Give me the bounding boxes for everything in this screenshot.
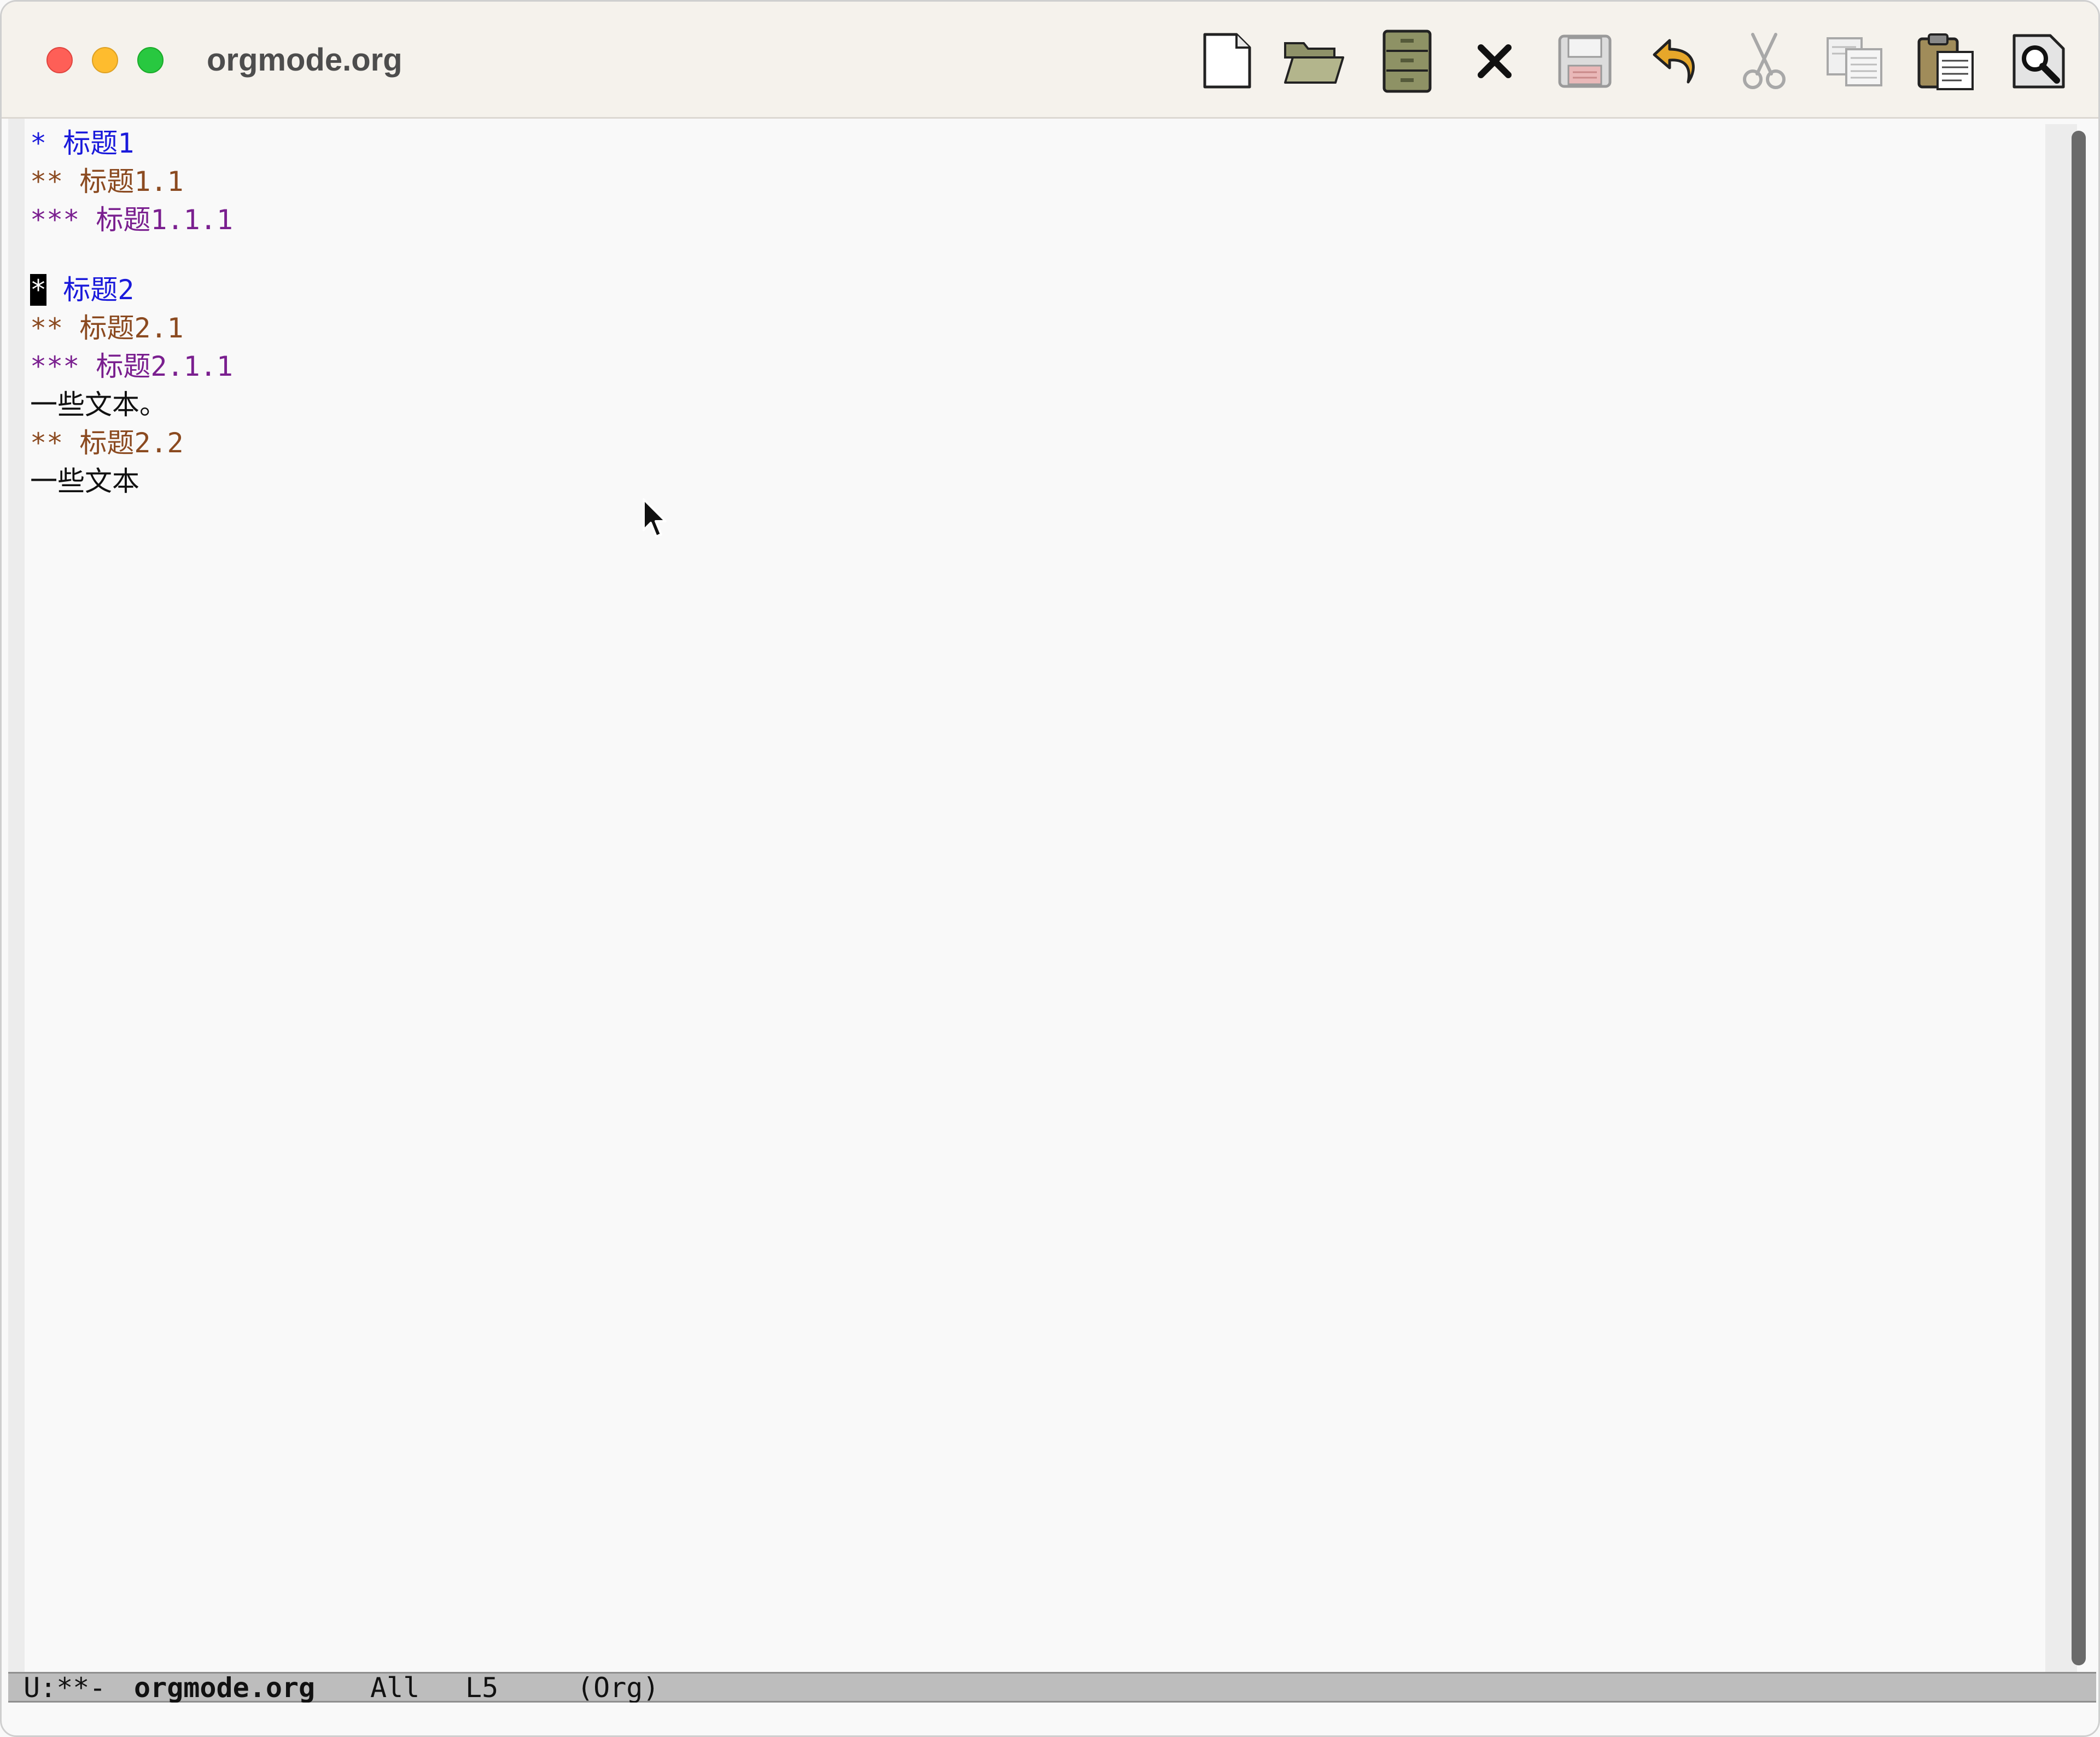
new-file-icon bbox=[1203, 33, 1251, 88]
buffer-text-area[interactable]: * 标题1 ** 标题1.1 *** 标题1.1.1 * 标题2 ** 标题2.… bbox=[8, 119, 2048, 1672]
heading-stars: *** bbox=[30, 204, 80, 236]
modeline-buffer-name[interactable]: orgmode.org bbox=[134, 1671, 315, 1704]
heading-text: 标题2.2 bbox=[63, 427, 184, 459]
org-heading-line[interactable]: * 标题2 bbox=[30, 271, 134, 309]
scissors-icon bbox=[1743, 32, 1786, 89]
magnifier-icon bbox=[2012, 34, 2065, 88]
save-button[interactable] bbox=[1552, 27, 1618, 95]
heading-stars: *** bbox=[30, 351, 80, 382]
maximize-window-button[interactable] bbox=[137, 47, 164, 73]
search-button[interactable] bbox=[2006, 27, 2072, 95]
close-x-icon bbox=[1478, 44, 1512, 78]
open-folder-button[interactable] bbox=[1281, 27, 1347, 95]
mouse-pointer-icon bbox=[641, 498, 668, 543]
undo-button[interactable] bbox=[1642, 27, 1708, 95]
org-heading-line[interactable]: ** 标题2.2 bbox=[30, 424, 184, 462]
title-bar: orgmode.org bbox=[2, 2, 2098, 119]
new-file-button[interactable] bbox=[1194, 27, 1259, 95]
org-heading-line[interactable]: * 标题1 bbox=[30, 124, 134, 162]
org-heading-line[interactable]: ** 标题2.1 bbox=[30, 309, 184, 347]
heading-text: 标题1.1.1 bbox=[79, 204, 233, 236]
heading-text: 标题1 bbox=[46, 127, 135, 159]
clipboard-icon bbox=[1917, 33, 1974, 90]
heading-text: 标题2.1.1 bbox=[79, 351, 233, 382]
window-title: orgmode.org bbox=[207, 42, 402, 78]
heading-stars: ** bbox=[30, 166, 63, 197]
emacs-window: orgmode.org * 标题1 ** 标题1.1 *** 标题1.1.1 *… bbox=[0, 0, 2100, 1737]
scrollbar-thumb[interactable] bbox=[2072, 131, 2086, 1665]
scroll-position: All bbox=[370, 1672, 420, 1704]
copy-icon bbox=[1827, 37, 1882, 86]
heading-text: 标题2 bbox=[46, 274, 135, 306]
line-number: L5 bbox=[465, 1672, 499, 1704]
floppy-disk-icon bbox=[1558, 34, 1612, 88]
kill-buffer-button[interactable] bbox=[1462, 27, 1527, 95]
heading-stars: ** bbox=[30, 427, 63, 459]
modified-status: U:**- bbox=[24, 1672, 106, 1704]
open-folder-icon bbox=[1284, 42, 1344, 84]
heading-stars: * bbox=[30, 127, 47, 159]
org-heading-line[interactable]: *** 标题1.1.1 bbox=[30, 201, 233, 239]
body-text-line[interactable]: 一些文本 bbox=[30, 462, 139, 500]
undo-arrow-icon bbox=[1653, 39, 1695, 83]
close-window-button[interactable] bbox=[46, 47, 73, 73]
echo-area bbox=[8, 1703, 2096, 1735]
heading-text: 标题2.1 bbox=[63, 312, 184, 344]
file-cabinet-icon bbox=[1382, 30, 1432, 92]
paste-button[interactable] bbox=[1913, 27, 1979, 95]
heading-stars: ** bbox=[30, 312, 63, 344]
copy-button[interactable] bbox=[1822, 27, 1887, 95]
dired-button[interactable] bbox=[1374, 27, 1440, 95]
body-text-line[interactable]: 一些文本。 bbox=[30, 386, 167, 424]
major-mode[interactable]: (Org) bbox=[577, 1671, 660, 1704]
heading-text: 标题1.1 bbox=[63, 166, 184, 197]
cut-button[interactable] bbox=[1731, 27, 1797, 95]
org-heading-line[interactable]: *** 标题2.1.1 bbox=[30, 347, 233, 386]
text-cursor: * bbox=[30, 274, 47, 306]
minimize-window-button[interactable] bbox=[92, 47, 118, 73]
org-heading-line[interactable]: ** 标题1.1 bbox=[30, 162, 184, 201]
mode-line: U:**- orgmode.org All L5 (Org) bbox=[8, 1671, 2096, 1704]
